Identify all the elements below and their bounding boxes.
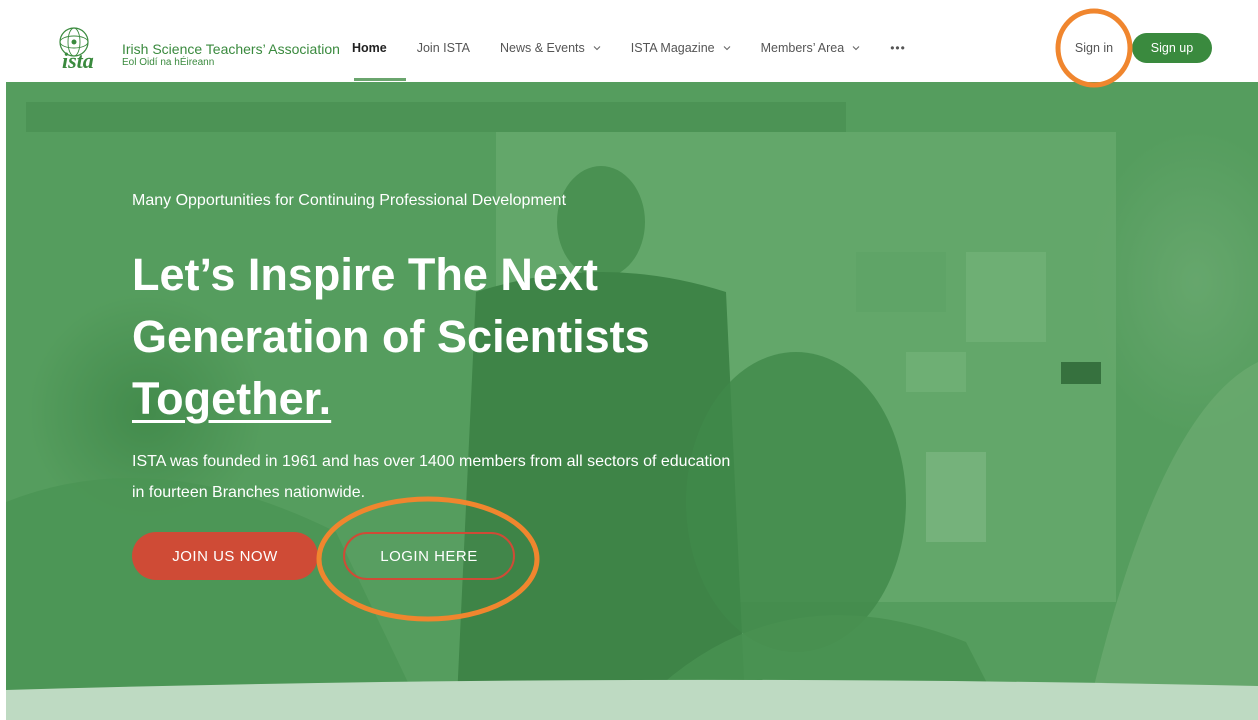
nav-members-area[interactable]: Members’ Area bbox=[761, 41, 861, 55]
hero-description: ISTA was founded in 1961 and has over 14… bbox=[132, 453, 731, 501]
nav-join-ista[interactable]: Join ISTA bbox=[417, 41, 470, 55]
nav-home[interactable]: Home bbox=[352, 41, 387, 55]
hero-title-line-2: Generation of Scientists bbox=[132, 311, 650, 362]
ista-logo-icon: ista bbox=[59, 27, 94, 72]
nav-more[interactable]: ••• bbox=[890, 41, 906, 55]
nav-news-events-label: News & Events bbox=[500, 41, 585, 55]
nav-members-area-label: Members’ Area bbox=[760, 41, 845, 55]
nav-ista-magazine-label: ISTA Magazine bbox=[630, 41, 715, 55]
hero-title-line-1: Let’s Inspire The Next bbox=[132, 249, 598, 300]
more-dots-icon: ••• bbox=[890, 41, 906, 55]
login-here-button[interactable]: LOGIN HERE bbox=[343, 532, 515, 580]
hero-title-line-3: Together. bbox=[132, 373, 332, 424]
nav-join-ista-label: Join ISTA bbox=[416, 41, 470, 55]
hero-kicker: Many Opportunities for Continuing Profes… bbox=[132, 192, 567, 209]
site-header: ista Irish Science Teachers’ Association… bbox=[0, 0, 1258, 82]
chevron-down-icon bbox=[852, 46, 860, 51]
logo-subtitle: Eol Oidí na hÉireann bbox=[122, 57, 215, 68]
logo-mark-text: ista bbox=[62, 48, 94, 72]
site-logo[interactable]: ista Irish Science Teachers’ Association… bbox=[54, 26, 340, 72]
hero-section: Many Opportunities for Continuing Profes… bbox=[6, 82, 1258, 720]
hero-title: Let’s Inspire The Next Generation of Sci… bbox=[132, 244, 752, 430]
main-nav: Home Join ISTA News & Events ISTA Magazi… bbox=[352, 40, 936, 56]
logo-name: Irish Science Teachers’ Association bbox=[122, 41, 340, 57]
chevron-down-icon bbox=[723, 46, 730, 51]
nav-home-label: Home bbox=[352, 41, 387, 55]
nav-news-events[interactable]: News & Events bbox=[500, 41, 601, 55]
join-us-now-button[interactable]: JOIN US NOW bbox=[132, 532, 318, 580]
nav-active-indicator bbox=[354, 78, 406, 81]
sign-in-link[interactable]: Sign in bbox=[1062, 34, 1126, 62]
nav-ista-magazine[interactable]: ISTA Magazine bbox=[631, 41, 731, 55]
sign-up-button[interactable]: Sign up bbox=[1132, 33, 1212, 63]
chevron-down-icon bbox=[593, 46, 601, 51]
